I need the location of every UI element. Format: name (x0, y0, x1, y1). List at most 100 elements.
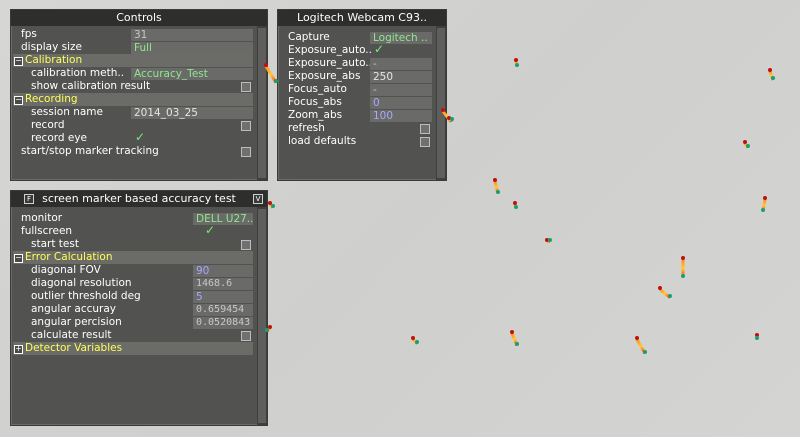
exposure-auto1-checkbox[interactable]: ✓ (374, 43, 384, 56)
gaze-point (271, 204, 275, 208)
monitor-label: monitor (21, 212, 63, 224)
capture-label: Capture (288, 31, 330, 43)
record-eye-row: record eye ✓ (21, 131, 253, 145)
scroll-thumb[interactable] (437, 28, 445, 178)
angular-accuracy-value: 0.659454 (193, 304, 253, 316)
calculate-result-row: calculate result (21, 329, 253, 342)
panel-menu-icon[interactable]: F (24, 194, 34, 204)
error-calculation-section[interactable]: − Error Calculation (13, 251, 253, 264)
gaze-point (761, 208, 765, 212)
marker-point (681, 256, 685, 260)
calibration-section-label: Calibration (25, 54, 83, 66)
gaze-point (668, 294, 672, 298)
gaze-point (415, 340, 419, 344)
calculate-result-button[interactable] (241, 331, 251, 341)
focus-abs-row: Focus_abs 0 (288, 96, 432, 109)
gaze-point (450, 117, 454, 121)
zoom-abs-value[interactable]: 100 (370, 110, 432, 122)
marker-point (763, 196, 767, 200)
diagonal-fov-value[interactable]: 90 (193, 265, 253, 277)
recording-section[interactable]: − Recording (13, 93, 253, 106)
fullscreen-row: fullscreen ✓ (21, 224, 253, 238)
exposure-auto2-value[interactable]: - (370, 58, 432, 70)
fps-row: fps 31 (21, 28, 253, 41)
collapse-icon[interactable]: − (14, 96, 23, 105)
session-name-input[interactable]: 2014_03_25 (131, 107, 253, 119)
calculate-result-label: calculate result (31, 329, 112, 341)
session-name-row: session name 2014_03_25 (21, 106, 253, 119)
marker-tracking-row: start/stop marker tracking (21, 145, 253, 158)
marker-point (510, 330, 514, 334)
calibration-method-select[interactable]: Accuracy_Test (131, 68, 253, 80)
fullscreen-label: fullscreen (21, 225, 73, 237)
outlier-threshold-value[interactable]: 5 (193, 291, 253, 303)
panel-collapse-icon[interactable]: V (253, 194, 263, 204)
collapse-icon[interactable]: − (14, 254, 23, 263)
focus-auto-value[interactable]: - (370, 84, 432, 96)
exposure-auto1-label: Exposure_auto.. (288, 44, 372, 56)
diagonal-resolution-value: 1468.6 (193, 278, 253, 290)
gaze-point (548, 238, 552, 242)
error-calculation-label: Error Calculation (25, 251, 113, 263)
diagonal-fov-row: diagonal FOV 90 (21, 264, 253, 277)
gaze-point (681, 274, 685, 278)
display-size-select[interactable]: Full (131, 42, 253, 54)
load-defaults-row: load defaults (288, 135, 432, 148)
show-calibration-button[interactable] (241, 82, 251, 92)
marker-tracking-button[interactable] (241, 147, 251, 157)
start-test-row: start test (21, 238, 253, 251)
calibration-method-row: calibration meth.. Accuracy_Test (21, 67, 253, 80)
marker-point (658, 286, 662, 290)
gaze-point (514, 205, 518, 209)
record-button[interactable] (241, 121, 251, 131)
expand-icon[interactable]: + (14, 345, 23, 354)
outlier-threshold-label: outlier threshold deg (31, 290, 141, 302)
marker-point (493, 178, 497, 182)
fullscreen-checkbox[interactable]: ✓ (205, 224, 215, 237)
detector-variables-section[interactable]: + Detector Variables (13, 342, 253, 355)
exposure-auto2-row: Exposure_auto.. - (288, 57, 432, 70)
record-eye-checkbox[interactable]: ✓ (135, 131, 145, 144)
webcam-scrollbar[interactable] (436, 26, 446, 180)
display-size-label: display size (21, 41, 82, 53)
scroll-thumb[interactable] (258, 28, 266, 178)
focus-auto-row: Focus_auto - (288, 83, 432, 96)
show-calibration-row: show calibration result (21, 80, 253, 93)
marker-point (441, 108, 445, 112)
load-defaults-button[interactable] (420, 137, 430, 147)
exposure-abs-row: Exposure_abs 250 (288, 70, 432, 83)
refresh-button[interactable] (420, 124, 430, 134)
display-size-row: display size Full (21, 41, 253, 54)
gaze-point (496, 190, 500, 194)
exposure-abs-value[interactable]: 250 (370, 71, 432, 83)
accuracy-scrollbar[interactable] (257, 207, 267, 425)
gaze-point (274, 79, 278, 83)
fps-value[interactable]: 31 (131, 29, 253, 41)
start-test-label: start test (31, 238, 79, 250)
angular-precision-value: 0.0520843 (193, 317, 253, 329)
zoom-abs-label: Zoom_abs (288, 109, 343, 121)
load-defaults-label: load defaults (288, 135, 357, 147)
show-calibration-label: show calibration result (31, 80, 151, 92)
diagonal-fov-label: diagonal FOV (31, 264, 101, 276)
calibration-section[interactable]: − Calibration (13, 54, 253, 67)
gaze-point (265, 328, 269, 332)
gaze-point (755, 336, 759, 340)
angular-accuracy-label: angular accuray (31, 303, 117, 315)
monitor-select[interactable]: DELL U27.. (193, 213, 253, 225)
exposure-abs-label: Exposure_abs (288, 70, 361, 82)
scroll-thumb[interactable] (258, 209, 266, 423)
record-label: record (31, 119, 65, 131)
collapse-icon[interactable]: − (14, 57, 23, 66)
zoom-abs-row: Zoom_abs 100 (288, 109, 432, 122)
gaze-point (643, 350, 647, 354)
webcam-title: Logitech Webcam C93.. (278, 10, 446, 26)
diagonal-resolution-label: diagonal resolution (31, 277, 132, 289)
record-eye-label: record eye (31, 132, 88, 144)
exposure-auto2-label: Exposure_auto.. (288, 57, 372, 69)
marker-point (264, 63, 268, 67)
focus-abs-value[interactable]: 0 (370, 97, 432, 109)
controls-scrollbar[interactable] (257, 26, 267, 180)
marker-point (635, 336, 639, 340)
start-test-button[interactable] (241, 240, 251, 250)
